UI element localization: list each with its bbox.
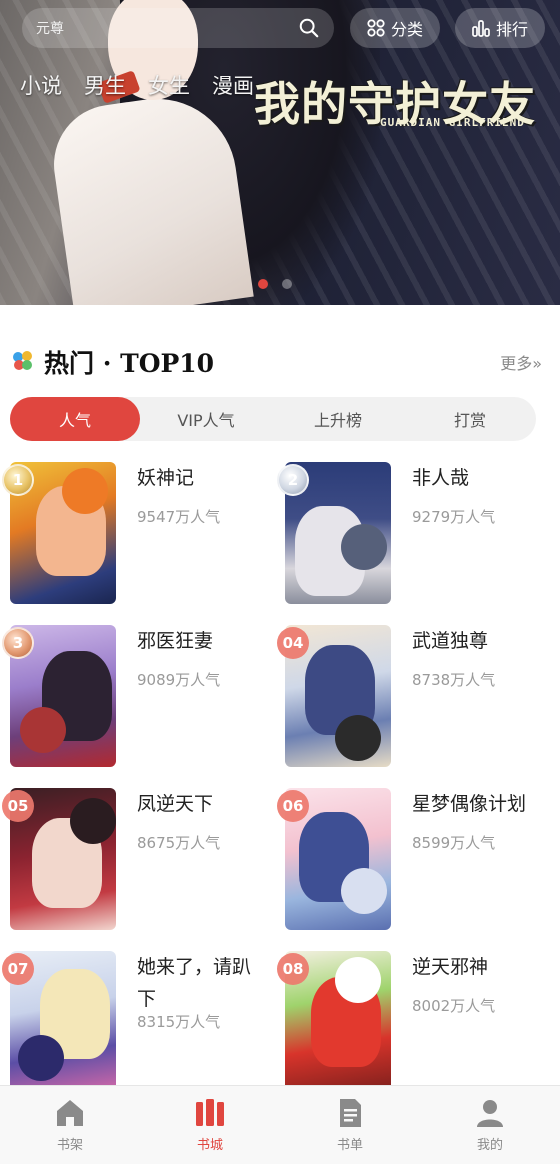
- carousel-dots: [258, 279, 292, 289]
- rank-badge: 04: [277, 627, 309, 659]
- banner-title-sub: GUARDIAN GIRLFRIEND: [380, 116, 525, 129]
- rank-tabs: 人气 VIP人气 上升榜 打赏: [10, 397, 536, 441]
- book-card[interactable]: 05 凤逆天下 8675万人气: [0, 788, 275, 931]
- book-popularity: 8599万人气: [412, 834, 496, 852]
- book-title[interactable]: 邪医狂妻: [137, 625, 269, 657]
- rank-badge: 08: [277, 953, 309, 985]
- tab-bookshelf-label: 书架: [56, 1138, 83, 1153]
- book-title[interactable]: 她来了，请趴下: [137, 951, 269, 1015]
- hero-banner[interactable]: 我的守护女友 GUARDIAN GIRLFRIEND 元尊 分类 排行 小说 男…: [0, 0, 560, 305]
- books-icon: [196, 1099, 224, 1126]
- channel-tabs: 小说 男生 女生 漫画: [20, 70, 254, 100]
- channel-tab-female[interactable]: 女生: [148, 70, 190, 100]
- rank-button[interactable]: 排行: [455, 8, 545, 48]
- channel-tab-comic[interactable]: 漫画: [212, 70, 254, 100]
- book-popularity: 8315万人气: [137, 1013, 221, 1031]
- tab-bookshelf[interactable]: 书架: [0, 1086, 140, 1164]
- book-card[interactable]: 3 邪医狂妻 9089万人气: [0, 625, 275, 768]
- cover-accent: [341, 524, 387, 570]
- section-header: 热门 · TOP10 更多»: [12, 340, 548, 384]
- tab-booklist[interactable]: 书单: [280, 1086, 420, 1164]
- channel-tab-male[interactable]: 男生: [84, 70, 126, 100]
- tab-bookstore[interactable]: 书城: [140, 1086, 280, 1164]
- category-button[interactable]: 分类: [350, 8, 440, 48]
- book-card[interactable]: 04 武道独尊 8738万人气: [275, 625, 550, 768]
- rank-badge: 07: [2, 953, 34, 985]
- home-icon: [57, 1100, 83, 1126]
- rank-label: 排行: [495, 20, 528, 39]
- cover-accent: [18, 1035, 64, 1081]
- search-input[interactable]: 元尊: [22, 8, 334, 48]
- section-title: 热门 · TOP10: [44, 349, 215, 378]
- tab-mine-label: 我的: [476, 1138, 503, 1153]
- pinwheel-icon: [13, 351, 32, 370]
- rank-badge: 1: [2, 464, 34, 496]
- cover-accent: [335, 715, 381, 761]
- tab-mine[interactable]: 我的: [420, 1086, 560, 1164]
- cover-accent: [20, 707, 66, 753]
- search-placeholder: 元尊: [36, 21, 64, 37]
- book-title[interactable]: 武道独尊: [412, 625, 544, 657]
- category-label: 分类: [390, 20, 423, 39]
- book-card[interactable]: 07 她来了，请趴下 8315万人气: [0, 951, 275, 1094]
- book-popularity: 9089万人气: [137, 671, 221, 689]
- carousel-dot[interactable]: [258, 279, 268, 289]
- rank-badge: 2: [277, 464, 309, 496]
- carousel-dot[interactable]: [282, 279, 292, 289]
- book-card[interactable]: 1 妖神记 9547万人气: [0, 462, 275, 605]
- tab-booklist-label: 书单: [336, 1138, 363, 1153]
- bar-chart-icon: [472, 20, 490, 37]
- tab-rising[interactable]: 上升榜: [272, 397, 404, 441]
- bottom-tab-bar: 书架 书城 书单 我的: [0, 1085, 560, 1164]
- tab-vip-popularity[interactable]: VIP人气: [140, 397, 272, 441]
- cover-accent: [335, 957, 381, 1003]
- book-title[interactable]: 星梦偶像计划: [412, 788, 544, 820]
- book-card[interactable]: 06 星梦偶像计划 8599万人气: [275, 788, 550, 931]
- book-title[interactable]: 逆天邪神: [412, 951, 544, 983]
- cover-accent: [62, 468, 108, 514]
- top-bar: 元尊 分类 排行: [0, 8, 560, 52]
- more-link[interactable]: 更多»: [500, 350, 542, 374]
- rank-badge: 3: [2, 627, 34, 659]
- book-popularity: 8738万人气: [412, 671, 496, 689]
- book-popularity: 9279万人气: [412, 508, 496, 526]
- book-popularity: 8675万人气: [137, 834, 221, 852]
- book-popularity: 9547万人气: [137, 508, 221, 526]
- rank-badge: 06: [277, 790, 309, 822]
- rank-badge: 05: [2, 790, 34, 822]
- channel-tab-novel[interactable]: 小说: [20, 70, 62, 100]
- book-card[interactable]: 2 非人哉 9279万人气: [275, 462, 550, 605]
- book-popularity: 8002万人气: [412, 997, 496, 1015]
- cover-accent: [341, 868, 387, 914]
- cover-accent: [70, 798, 116, 844]
- book-title[interactable]: 妖神记: [137, 462, 269, 494]
- document-icon: [340, 1099, 361, 1127]
- grid-icon: [367, 19, 385, 37]
- book-card[interactable]: 08 逆天邪神 8002万人气: [275, 951, 550, 1094]
- book-title[interactable]: 非人哉: [412, 462, 544, 494]
- tab-popularity[interactable]: 人气: [10, 397, 140, 441]
- search-icon[interactable]: [298, 17, 320, 39]
- user-icon: [477, 1100, 503, 1127]
- book-title[interactable]: 凤逆天下: [137, 788, 269, 820]
- tab-tips[interactable]: 打赏: [404, 397, 536, 441]
- tab-bookstore-label: 书城: [196, 1138, 223, 1153]
